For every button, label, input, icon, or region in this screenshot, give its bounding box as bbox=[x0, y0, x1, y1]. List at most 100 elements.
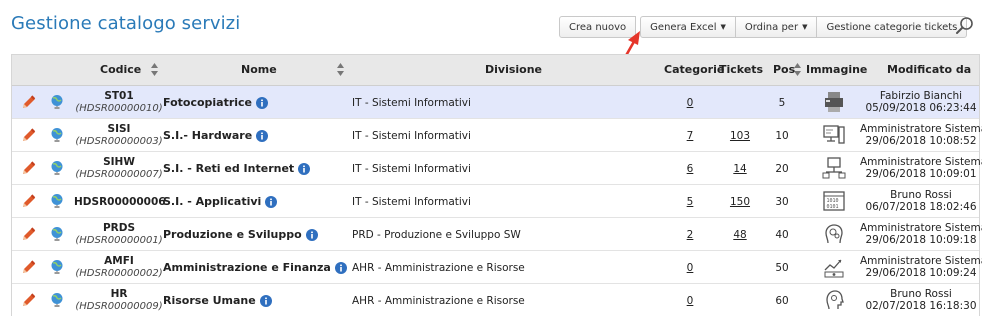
table-header: Codice Nome Divisione Categorie Tickets … bbox=[12, 55, 979, 86]
order-by-button[interactable]: Ordina per ▼ bbox=[734, 16, 818, 38]
modified-cell: Amministratore Sistema 29/06/2018 10:09:0… bbox=[860, 156, 982, 180]
modified-user: Amministratore Sistema bbox=[860, 123, 982, 135]
modified-user: Amministratore Sistema bbox=[860, 222, 982, 234]
service-subcode: (HDSR00000003) bbox=[75, 136, 163, 147]
info-icon[interactable] bbox=[298, 162, 311, 175]
tickets-link[interactable]: 150 bbox=[729, 196, 751, 208]
categories-link[interactable]: 0 bbox=[685, 262, 695, 274]
categories-link[interactable]: 5 bbox=[685, 196, 695, 208]
desktop-pc-icon bbox=[823, 125, 845, 144]
service-name: S.I. - Reti ed Internet bbox=[163, 162, 295, 175]
globe-icon[interactable] bbox=[50, 259, 64, 275]
header-code[interactable]: Codice bbox=[100, 63, 141, 76]
categories-link[interactable]: 6 bbox=[685, 163, 695, 175]
pencil-edit-icon[interactable] bbox=[22, 95, 36, 109]
globe-icon[interactable] bbox=[50, 226, 64, 242]
table-row[interactable]: HDSR00000006 S.I. - Applicativi IT - Siste… bbox=[12, 185, 979, 218]
service-code: AMFI bbox=[104, 255, 134, 267]
modified-date: 05/09/2018 06:23:44 bbox=[865, 102, 977, 114]
info-icon[interactable] bbox=[256, 129, 269, 142]
modified-user: Fabirzio Bianchi bbox=[879, 90, 963, 102]
binary-window-icon: 10100101 bbox=[823, 191, 845, 211]
pencil-edit-icon[interactable] bbox=[22, 293, 36, 307]
pencil-edit-icon[interactable] bbox=[22, 128, 36, 142]
search-icon[interactable] bbox=[955, 16, 975, 36]
code-cell: AMFI (HDSR00000002) bbox=[74, 255, 164, 279]
modified-date: 29/06/2018 10:08:52 bbox=[865, 135, 977, 147]
code-cell: HDSR00000006 bbox=[74, 196, 166, 208]
tickets-link[interactable]: 103 bbox=[729, 130, 751, 142]
printer-icon bbox=[825, 92, 843, 112]
table-row[interactable]: ST01 (HDSR00000010) Fotocopiatrice IT - Sis… bbox=[12, 86, 979, 119]
generate-excel-label: Genera Excel bbox=[650, 21, 717, 33]
name-cell: Risorse Umane bbox=[163, 294, 272, 307]
globe-icon[interactable] bbox=[50, 94, 64, 110]
header-modified[interactable]: Modificato da bbox=[887, 63, 971, 76]
modified-cell: Bruno Rossi 06/07/2018 18:02:46 bbox=[860, 189, 982, 213]
table-row[interactable]: PRDS (HDSR00000001) Produzione e Sviluppo P… bbox=[12, 218, 982, 251]
service-code: HDSR00000006 bbox=[74, 196, 166, 208]
header-image[interactable]: Immagine bbox=[806, 63, 867, 76]
division-cell: IT - Sistemi Informativi bbox=[352, 130, 471, 142]
position-cell: 60 bbox=[775, 295, 789, 307]
sort-icon[interactable] bbox=[151, 63, 158, 76]
info-icon[interactable] bbox=[265, 195, 278, 208]
header-tickets[interactable]: Tickets bbox=[719, 63, 763, 76]
info-icon[interactable] bbox=[259, 294, 272, 307]
modified-date: 02/07/2018 16:18:30 bbox=[865, 300, 977, 312]
table-row[interactable]: SIHW (HDSR00000007) S.I. - Reti ed Interne… bbox=[12, 152, 982, 185]
header-division[interactable]: Divisione bbox=[485, 63, 542, 76]
categories-link[interactable]: 0 bbox=[685, 295, 695, 307]
modified-date: 29/06/2018 10:09:18 bbox=[865, 234, 977, 246]
caret-down-icon: ▼ bbox=[802, 23, 808, 31]
service-code: ST01 bbox=[104, 90, 134, 102]
globe-icon[interactable] bbox=[50, 127, 64, 143]
categories-link[interactable]: 7 bbox=[685, 130, 695, 142]
pencil-edit-icon[interactable] bbox=[22, 194, 36, 208]
finance-chart-icon bbox=[824, 259, 844, 278]
globe-icon[interactable] bbox=[50, 193, 64, 209]
caret-down-icon: ▼ bbox=[720, 23, 726, 31]
globe-icon[interactable] bbox=[50, 292, 64, 308]
globe-icon[interactable] bbox=[50, 160, 64, 176]
info-icon[interactable] bbox=[305, 228, 318, 241]
tickets-link[interactable]: 14 bbox=[729, 163, 751, 175]
header-categories[interactable]: Categorie bbox=[664, 63, 724, 76]
service-name: S.I. - Applicativi bbox=[163, 195, 262, 208]
sort-icon[interactable] bbox=[794, 63, 801, 76]
name-cell: S.I.- Hardware bbox=[163, 129, 269, 142]
tickets-link[interactable]: 48 bbox=[729, 229, 751, 241]
division-cell: AHR - Amministrazione e Risorse bbox=[352, 262, 525, 274]
head-gears-icon bbox=[825, 224, 843, 244]
service-code: PRDS bbox=[102, 222, 136, 234]
name-cell: Amministrazione e Finanza bbox=[163, 261, 347, 274]
ticket-categories-label: Gestione categorie tickets bbox=[826, 21, 958, 33]
name-cell: S.I. - Reti ed Internet bbox=[163, 162, 311, 175]
sort-icon[interactable] bbox=[337, 63, 344, 76]
generate-excel-button[interactable]: Genera Excel ▼ bbox=[640, 16, 736, 38]
categories-link[interactable]: 2 bbox=[685, 229, 695, 241]
network-icon bbox=[822, 157, 846, 179]
division-cell: IT - Sistemi Informativi bbox=[352, 97, 471, 109]
table-row[interactable]: HR (HDSR00000009) Risorse Umane AHR - Ammin… bbox=[12, 284, 979, 317]
header-pos[interactable]: Pos bbox=[773, 63, 795, 76]
table-row[interactable]: SISI (HDSR00000003) S.I.- Hardware IT - Sis… bbox=[12, 119, 982, 152]
pencil-edit-icon[interactable] bbox=[22, 161, 36, 175]
service-name: Risorse Umane bbox=[163, 294, 256, 307]
info-icon[interactable] bbox=[334, 261, 347, 274]
modified-user: Bruno Rossi bbox=[890, 189, 952, 201]
header-name[interactable]: Nome bbox=[241, 63, 277, 76]
service-subcode: (HDSR00000010) bbox=[75, 103, 163, 114]
position-cell: 50 bbox=[775, 262, 789, 274]
division-cell: IT - Sistemi Informativi bbox=[352, 196, 471, 208]
pencil-edit-icon[interactable] bbox=[22, 227, 36, 241]
pencil-edit-icon[interactable] bbox=[22, 260, 36, 274]
position-cell: 20 bbox=[775, 163, 789, 175]
name-cell: Produzione e Sviluppo bbox=[163, 228, 318, 241]
categories-link[interactable]: 0 bbox=[685, 97, 695, 109]
table-row[interactable]: AMFI (HDSR00000002) Amministrazione e Fina… bbox=[12, 251, 982, 284]
info-icon[interactable] bbox=[256, 96, 269, 109]
modified-cell: Amministratore Sistema 29/06/2018 10:08:5… bbox=[860, 123, 982, 147]
ticket-categories-button[interactable]: Gestione categorie tickets bbox=[816, 16, 968, 38]
services-table: Codice Nome Divisione Categorie Tickets … bbox=[11, 54, 982, 317]
